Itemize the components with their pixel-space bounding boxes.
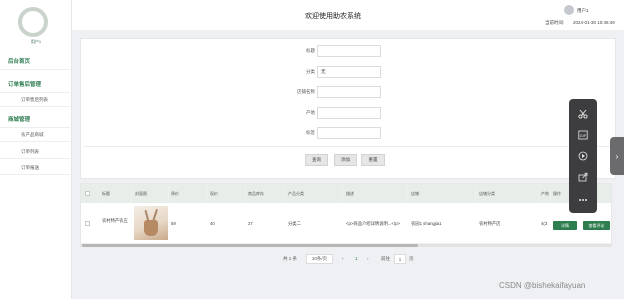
scrollbar-thumb[interactable] xyxy=(82,244,418,247)
shop-name-input[interactable] xyxy=(317,86,381,98)
sidebar-item-products[interactable]: 农产品商城 xyxy=(0,128,72,142)
gif-icon[interactable]: GIF xyxy=(569,126,597,144)
top-bar: 欢迎使用助农系统 xyxy=(72,0,624,30)
sidebar-item-after-sale-list[interactable]: 订单售后列表 xyxy=(0,93,72,107)
cell-original-price: 59 xyxy=(171,221,176,226)
cell-stock: 27 xyxy=(248,221,253,226)
add-button[interactable]: 添加 xyxy=(334,154,357,166)
avatar[interactable] xyxy=(18,7,48,37)
app-title: 欢迎使用助农系统 xyxy=(305,13,361,20)
page-size-select[interactable]: 10条/页 xyxy=(306,254,333,264)
goto-label: 前往 xyxy=(381,256,390,261)
field-label-origin: 产地 xyxy=(306,110,315,115)
play-icon[interactable] xyxy=(569,147,597,165)
sidebar-item-order-report[interactable]: 订单报送 xyxy=(0,161,72,175)
cell-shop-category: 农村特产店 xyxy=(479,221,501,226)
column-header-title: 标题 xyxy=(102,191,110,196)
tag-input[interactable] xyxy=(317,127,381,139)
reset-button[interactable]: 重置 xyxy=(361,154,385,166)
detail-button[interactable]: 详情 xyxy=(553,221,577,230)
field-label-shop: 店铺名称 xyxy=(297,89,315,94)
field-label-title: 标题 xyxy=(306,48,315,53)
time-label: 当前时间: xyxy=(545,20,565,25)
watermark: CSDN @bishekaifayuan xyxy=(499,281,586,290)
next-page-button[interactable]: › xyxy=(367,256,369,261)
cell-price: 40 xyxy=(210,221,215,226)
current-page[interactable]: 1 xyxy=(355,256,358,261)
category-select[interactable]: 无 xyxy=(317,66,381,78)
cell-title: 农村特产农庄 xyxy=(102,218,128,223)
select-all-checkbox[interactable] xyxy=(85,191,90,196)
sidebar-username: 用户1 xyxy=(30,39,42,44)
column-header-actions: 操作 xyxy=(553,191,561,196)
pagination-total: 共 1 条 xyxy=(283,256,298,261)
column-header-price: 现价 xyxy=(210,191,218,196)
goto-page-input[interactable]: 1 xyxy=(394,254,406,264)
page-suffix: 页 xyxy=(409,256,414,261)
chevron-right-icon: › xyxy=(615,151,619,161)
time-value: 2024-01-30 10:46:49 xyxy=(573,20,615,25)
sidebar: 用户1 后台首页 订单售后管理 订单售后列表 商城管理 农产品商城 订单列表 订… xyxy=(0,0,72,299)
column-header-origin: 产地 xyxy=(541,191,549,196)
floating-toolbar: GIF xyxy=(569,99,597,213)
row-checkbox[interactable] xyxy=(85,221,90,226)
column-header-cover: 封面图 xyxy=(135,191,147,196)
column-header-original-price: 原价 xyxy=(171,191,179,196)
prev-page-button[interactable]: ‹ xyxy=(342,256,344,261)
cell-shop: 农园1 shangjia1 xyxy=(411,221,442,226)
field-label-tag: 标签 xyxy=(306,130,315,135)
column-header-stock: 商品库存 xyxy=(248,191,264,196)
origin-input[interactable] xyxy=(317,107,381,119)
divider xyxy=(84,146,612,147)
more-icon[interactable] xyxy=(569,191,597,209)
cell-description: <p>商品介绍详情说明...</p> xyxy=(346,221,400,226)
scissors-icon[interactable] xyxy=(569,105,597,123)
sidebar-item-home[interactable]: 后台首页 xyxy=(0,52,72,70)
sidebar-item-after-sale[interactable]: 订单售后管理 xyxy=(0,75,72,93)
product-cover-image xyxy=(134,206,168,240)
cover-pot xyxy=(144,220,158,236)
export-icon[interactable] xyxy=(569,168,597,186)
view-reviews-button[interactable]: 查看评论 xyxy=(583,221,610,230)
search-button[interactable]: 查询 xyxy=(305,154,328,166)
svg-text:GIF: GIF xyxy=(580,133,587,138)
column-header-shop: 店铺 xyxy=(411,191,419,196)
column-header-category: 产品分类 xyxy=(288,191,304,196)
sidebar-item-orders[interactable]: 订单列表 xyxy=(0,145,72,159)
cell-origin: 4(3 xyxy=(541,221,548,226)
field-label-category: 分类 xyxy=(306,69,315,74)
user-avatar-icon[interactable] xyxy=(564,5,574,15)
column-header-description: 描述 xyxy=(346,191,354,196)
sidebar-item-mall[interactable]: 商城管理 xyxy=(0,110,72,128)
cell-category: 分类二 xyxy=(288,221,301,226)
header-username[interactable]: 用户1 xyxy=(577,8,589,14)
side-expand-tab[interactable]: › xyxy=(610,137,624,175)
title-input[interactable] xyxy=(317,45,381,57)
table-header: 标题 封面图 原价 现价 商品库存 产品分类 描述 店铺 店铺分类 产地 操作 xyxy=(81,184,611,203)
column-header-shop-category: 店铺分类 xyxy=(479,191,495,196)
